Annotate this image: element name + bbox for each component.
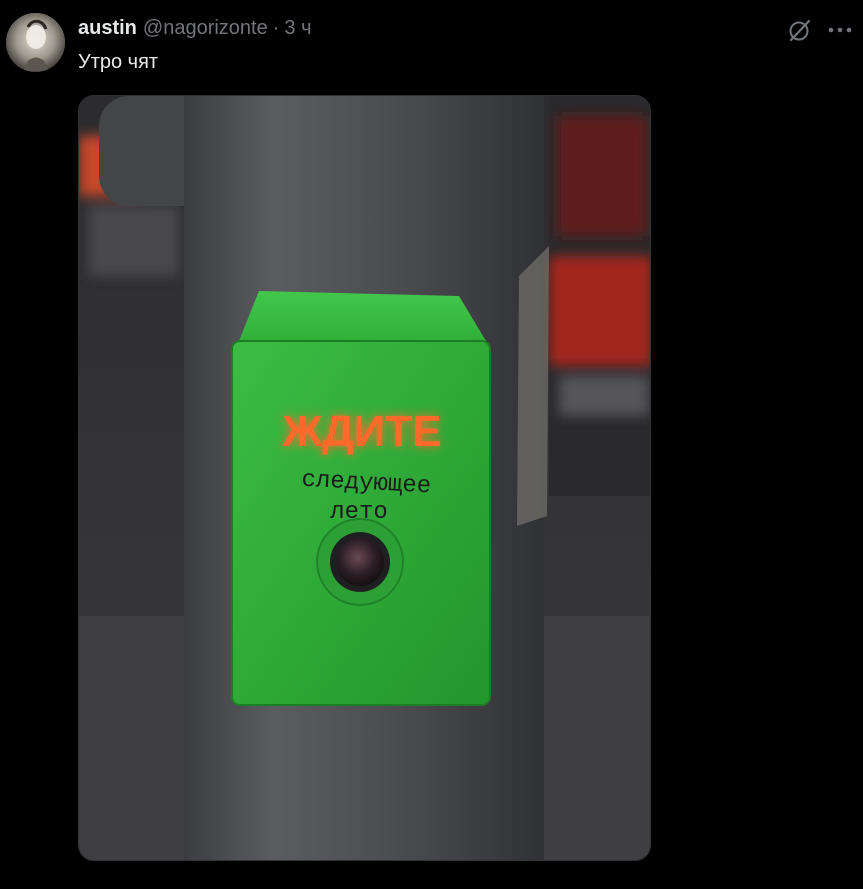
display-name[interactable]: austin [78,17,137,40]
tweet-text: Утро чят [78,51,159,73]
timestamp[interactable]: 3 ч [284,17,311,40]
separator-dot: · [272,17,280,39]
tweet-photo[interactable]: ЖДИТЕ следующее лето [78,95,651,861]
grok-slash-circle-icon[interactable] [787,17,813,43]
user-handle[interactable]: @nagorizonte [143,17,268,40]
avatar-image [6,13,65,72]
photo-pedestrian-button: ЖДИТЕ следующее лето [79,96,650,860]
more-horizontal-icon[interactable] [826,17,854,43]
sign-text: ЖДИТЕ [282,407,442,456]
tweet[interactable]: austin @nagorizonte · 3 ч Утро чят ЖДИТЕ… [0,0,863,889]
avatar[interactable] [6,13,65,72]
tweet-header: austin @nagorizonte · 3 ч [78,17,312,43]
